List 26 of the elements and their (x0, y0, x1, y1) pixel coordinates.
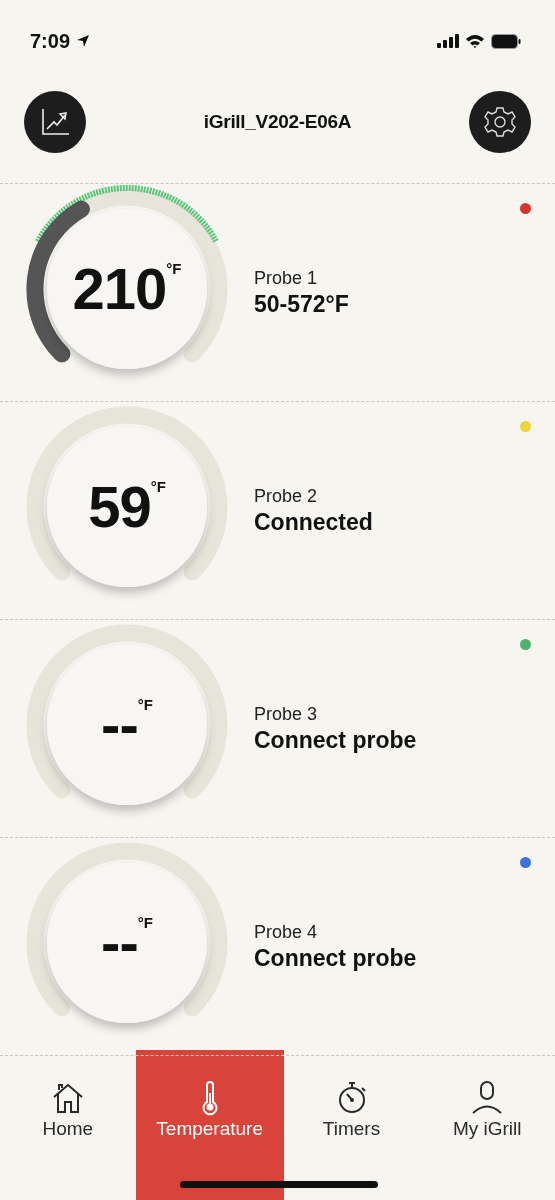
probe-name: Probe 3 (254, 703, 319, 725)
signal-icon (437, 34, 459, 48)
probe-status: Connect probe (254, 944, 417, 972)
probe-name: Probe 2 (254, 485, 319, 507)
probe-status: 50-572°F (254, 290, 349, 318)
temperature-value: -- (101, 690, 138, 758)
wifi-icon (465, 34, 485, 48)
temperature-value: 210 (72, 254, 167, 322)
temperature-unit: °F (137, 696, 153, 713)
battery-icon (491, 33, 521, 49)
temperature-value: -- (101, 908, 138, 976)
temperature-unit: °F (137, 914, 153, 931)
tab[interactable]: Timers (283, 1056, 420, 1200)
tab[interactable]: Temperature (135, 1050, 284, 1200)
tab[interactable]: My iGrill (419, 1056, 555, 1200)
probe-name: Probe 4 (254, 921, 319, 943)
tab[interactable]: Home (0, 1056, 136, 1200)
status-time: 7:09 (30, 29, 71, 53)
temperature-unit: °F (166, 260, 182, 277)
device-title: iGrill_V202-E06A (203, 110, 352, 133)
temperature-unit: °F (150, 478, 166, 495)
temperature-value: 59 (88, 472, 151, 540)
probe-name: Probe 1 (254, 267, 319, 289)
probe-status: Connect probe (254, 726, 417, 754)
probe-status: Connected (254, 508, 373, 536)
location-arrow-icon (76, 34, 91, 48)
